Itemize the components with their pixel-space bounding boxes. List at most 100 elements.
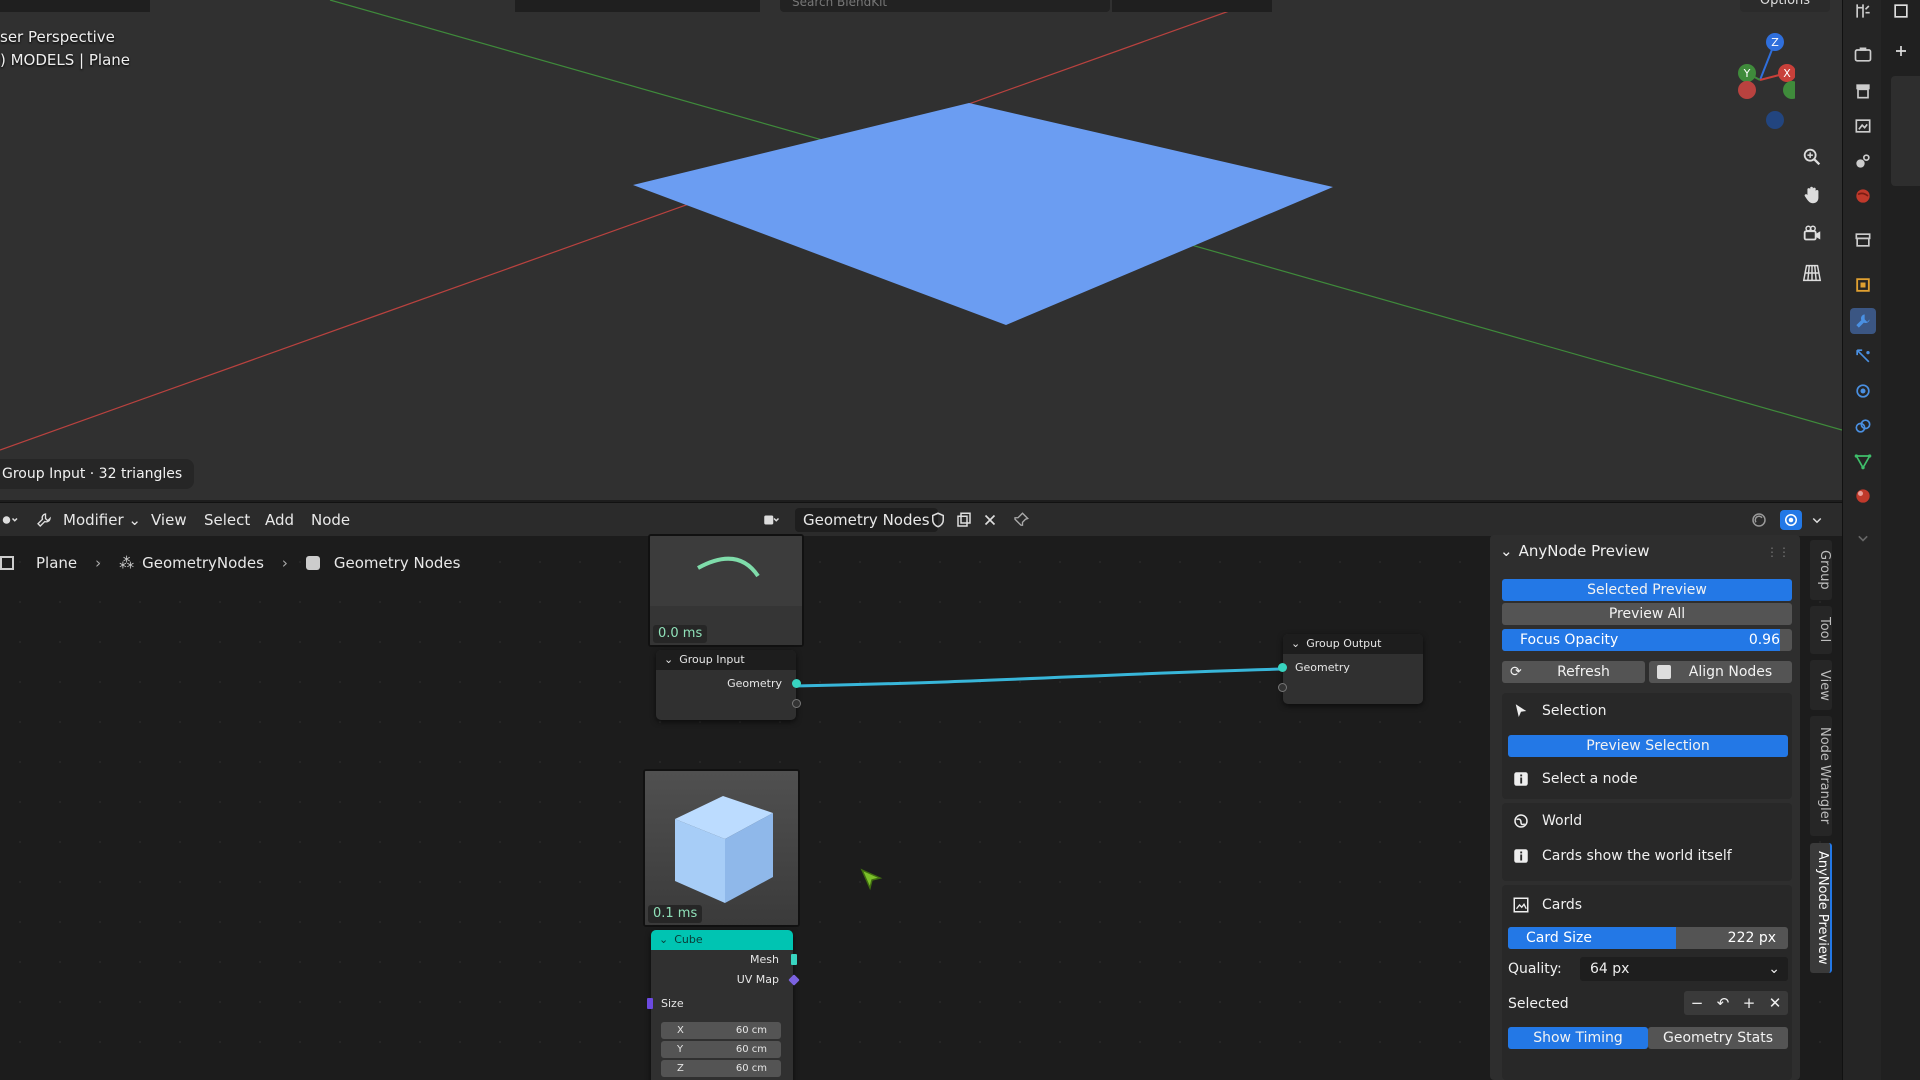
selected-controls: − ↶ + ✕	[1684, 991, 1788, 1015]
viewport-header-right-tools[interactable]	[1112, 0, 1272, 12]
group-input-timing: 0.0 ms	[653, 625, 708, 643]
grid-perspective-icon[interactable]	[1797, 258, 1827, 288]
tab-tool[interactable]: Tool	[1810, 606, 1832, 654]
anynode-preview-panel: ⌄ AnyNode Preview ⋮⋮ Selected Preview Pr…	[1490, 535, 1800, 1080]
cube-header[interactable]: ⌄ Cube	[651, 930, 793, 950]
cube-timing: 0.1 ms	[648, 905, 703, 923]
cube-preview-card[interactable]: 0.1 ms	[643, 769, 800, 927]
geometry-input-socket[interactable]	[1278, 663, 1287, 672]
panel-header[interactable]: ⌄ AnyNode Preview	[1500, 542, 1650, 560]
size-y-field[interactable]: Y 60 cm	[661, 1041, 781, 1058]
render-properties-icon[interactable]	[1850, 42, 1876, 68]
collapse-chevron-icon[interactable]: ⌄	[664, 650, 673, 670]
window-icon[interactable]	[1888, 0, 1914, 24]
group-output-node[interactable]: ⌄ Group Output Geometry	[1278, 634, 1423, 704]
cube-size-row: Size	[647, 994, 793, 1014]
options-dropdown[interactable]: Options	[1740, 0, 1830, 12]
size-x-field[interactable]: X 60 cm	[661, 1022, 781, 1039]
chevron-down-icon[interactable]	[1850, 525, 1876, 551]
geometry-link	[794, 667, 1284, 688]
collapse-chevron-icon[interactable]: ⌄	[1291, 634, 1300, 654]
material-properties-icon[interactable]	[1850, 483, 1876, 509]
remove-icon[interactable]: −	[1691, 994, 1704, 1012]
viewport-shading-tools[interactable]	[515, 0, 760, 12]
particles-properties-icon[interactable]	[1850, 343, 1876, 369]
empty-input-socket[interactable]	[1278, 683, 1287, 692]
hand-pan-icon[interactable]	[1797, 180, 1827, 210]
cards-heading: Cards	[1512, 896, 1582, 914]
blendkit-search-input[interactable]: Search BlendKit	[780, 0, 1110, 12]
3d-viewport[interactable]: Search BlendKit Options ser Perspective …	[0, 0, 1842, 500]
add-icon[interactable]: +	[1743, 994, 1756, 1012]
zoom-icon[interactable]	[1797, 142, 1827, 172]
group-input-node[interactable]: ⌄ Group Input Geometry	[656, 650, 801, 720]
empty-output-socket[interactable]	[792, 699, 801, 708]
tab-anynode-preview[interactable]: AnyNode Preview	[1810, 843, 1832, 973]
size-input-socket[interactable]	[647, 998, 653, 1009]
world-section: World Cards show the world itself	[1502, 803, 1792, 881]
collection-properties-icon[interactable]	[1850, 227, 1876, 253]
geometry-stats-toggle[interactable]: Geometry Stats	[1648, 1027, 1788, 1049]
undo-icon[interactable]: ↶	[1717, 994, 1730, 1012]
group-output-empty-row	[1278, 678, 1423, 698]
group-output-header[interactable]: ⌄ Group Output	[1283, 634, 1423, 654]
status-pill: Group Input · 32 triangles	[0, 459, 195, 489]
properties-tab-column	[1843, 0, 1881, 1080]
collapse-chevron-icon[interactable]: ⌄	[659, 930, 668, 950]
world-hint: Cards show the world itself	[1512, 847, 1732, 865]
chevron-down-icon: ⌄	[1768, 961, 1780, 977]
cube-preview-icon	[645, 771, 798, 925]
view-name: ser Perspective	[0, 28, 115, 46]
card-size-slider[interactable]: Card Size 222 px	[1508, 927, 1788, 949]
cube-node[interactable]: ⌄ Cube Mesh UV Map Size X 60 cm Y 60 cm …	[647, 930, 800, 1080]
refresh-button[interactable]: ⟳ Refresh	[1502, 661, 1645, 683]
world-properties-icon[interactable]	[1850, 183, 1876, 209]
viewport-header-left[interactable]	[0, 0, 150, 12]
add-icon[interactable]	[1888, 38, 1914, 64]
group-input-geometry-row: Geometry	[656, 674, 801, 694]
close-icon[interactable]: ✕	[1769, 994, 1782, 1012]
collapse-chevron-icon[interactable]: ⌄	[1500, 542, 1513, 560]
cards-section: Cards Card Size 222 px Quality: 64 px ⌄ …	[1502, 885, 1792, 1080]
collection-line: ) MODELS | Plane	[0, 51, 131, 69]
drag-handle-icon[interactable]: ⋮⋮	[1766, 545, 1790, 559]
preview-all-button[interactable]: Preview All	[1502, 603, 1792, 625]
svg-text:Z: Z	[1771, 36, 1779, 49]
properties-panel-edge[interactable]	[1891, 76, 1920, 186]
view-layer-properties-icon[interactable]	[1850, 113, 1876, 139]
size-z-field[interactable]: Z 60 cm	[661, 1060, 781, 1077]
physics-properties-icon[interactable]	[1850, 378, 1876, 404]
constraint-properties-icon[interactable]	[1850, 413, 1876, 439]
selection-heading: Selection	[1512, 702, 1607, 720]
geometry-output-socket[interactable]	[792, 679, 801, 688]
sidebar-tabs: Group Tool View Node Wrangler AnyNode Pr…	[1810, 535, 1834, 1080]
camera-view-icon[interactable]	[1797, 219, 1827, 249]
mesh-output-socket[interactable]	[791, 954, 797, 965]
image-card-icon	[1513, 897, 1529, 913]
tab-node-wrangler[interactable]: Node Wrangler	[1810, 716, 1832, 836]
show-timing-toggle[interactable]: Show Timing	[1508, 1027, 1648, 1049]
tab-group[interactable]: Group	[1810, 540, 1832, 600]
preview-selection-button[interactable]: Preview Selection	[1508, 735, 1788, 757]
group-input-header[interactable]: ⌄ Group Input	[656, 650, 796, 670]
output-properties-icon[interactable]	[1850, 78, 1876, 104]
world-heading: World	[1512, 812, 1582, 830]
data-properties-icon[interactable]	[1850, 448, 1876, 474]
cursor-arrow-icon	[1515, 704, 1527, 717]
object-properties-icon[interactable]	[1850, 272, 1876, 298]
navigation-gizmo[interactable]: Z Y X	[1725, 30, 1795, 130]
cube-uvmap-row: UV Map	[651, 970, 800, 990]
scene-properties-icon[interactable]	[1850, 148, 1876, 174]
align-nodes-icon	[1657, 665, 1671, 679]
focus-opacity-slider[interactable]: Focus Opacity 0.96	[1502, 629, 1792, 651]
quality-dropdown[interactable]: 64 px ⌄	[1580, 957, 1788, 981]
align-nodes-button[interactable]: Align Nodes	[1649, 661, 1792, 683]
selected-preview-button[interactable]: Selected Preview	[1502, 579, 1792, 601]
tab-view[interactable]: View	[1810, 660, 1832, 710]
globe-icon	[1514, 814, 1528, 828]
tool-settings-icon[interactable]	[1850, 0, 1876, 24]
group-input-preview-card[interactable]: 0.0 ms	[648, 534, 804, 647]
selection-hint: Select a node	[1512, 770, 1638, 788]
selected-label: Selected	[1508, 996, 1569, 1012]
modifier-properties-icon[interactable]	[1850, 308, 1876, 334]
